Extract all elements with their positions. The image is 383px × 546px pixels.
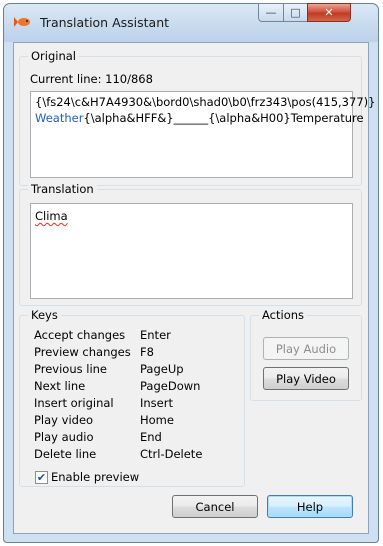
original-line-2-rest: {\alpha&HFF&}______{\alpha&H00}Temperatu… bbox=[83, 111, 364, 125]
key-row: Previous line PageUp bbox=[34, 362, 244, 379]
translation-assistant-window: Translation Assistant — □ ✕ Original Cur… bbox=[3, 3, 379, 543]
key-binding-label: Enter bbox=[140, 328, 171, 342]
key-row: Next line PageDown bbox=[34, 379, 244, 396]
help-button[interactable]: Help bbox=[267, 495, 353, 518]
key-binding-label: End bbox=[140, 430, 162, 444]
key-action-label: Insert original bbox=[34, 396, 114, 410]
key-action-label: Play video bbox=[34, 413, 94, 427]
original-text-box[interactable]: {\fs24\c&H7A4930&\bord0\shad0\b0\frz343\… bbox=[30, 91, 375, 178]
cancel-button[interactable]: Cancel bbox=[172, 495, 258, 518]
key-action-label: Accept changes bbox=[34, 328, 126, 342]
key-action-label: Preview changes bbox=[34, 345, 131, 359]
key-action-label: Next line bbox=[34, 379, 86, 393]
play-audio-button[interactable]: Play Audio bbox=[263, 337, 349, 360]
maximize-button[interactable]: □ bbox=[283, 3, 308, 22]
translation-group: Translation Clima bbox=[19, 182, 362, 306]
original-group-label: Original bbox=[28, 49, 80, 63]
play-video-button[interactable]: Play Video bbox=[263, 367, 349, 390]
close-button[interactable]: ✕ bbox=[307, 3, 351, 22]
app-fish-icon bbox=[14, 17, 30, 27]
key-action-label: Previous line bbox=[34, 362, 108, 376]
key-binding-label: PageUp bbox=[140, 362, 184, 376]
keys-group-label: Keys bbox=[28, 308, 61, 322]
key-binding-label: PageDown bbox=[140, 379, 201, 393]
key-row: Preview changes F8 bbox=[34, 345, 244, 362]
translation-group-label: Translation bbox=[28, 182, 97, 196]
key-row: Insert original Insert bbox=[34, 396, 244, 413]
key-binding-label: F8 bbox=[140, 345, 154, 359]
current-line-label: Current line: 110/868 bbox=[30, 72, 153, 86]
original-highlight-word: Weather bbox=[35, 111, 84, 125]
enable-preview-checkbox[interactable]: ✔ bbox=[35, 471, 48, 484]
minimize-button[interactable]: — bbox=[258, 3, 284, 22]
original-group: Original Current line: 110/868 {\fs24\c&… bbox=[19, 49, 375, 186]
original-line-1: {\fs24\c&H7A4930&\bord0\shad0\b0\frz343\… bbox=[35, 95, 376, 109]
key-row: Play video Home bbox=[34, 413, 244, 430]
actions-group-label: Actions bbox=[259, 308, 308, 322]
keys-group: Keys Accept changes Enter Preview changes F… bbox=[19, 308, 245, 487]
actions-group: Actions Play Audio Play Video bbox=[250, 308, 362, 401]
key-action-label: Delete line bbox=[34, 447, 97, 461]
translation-input[interactable]: Clima bbox=[30, 203, 353, 299]
key-binding-label: Ctrl-Delete bbox=[140, 447, 203, 461]
original-line-2: Weather{\alpha&HFF&}______{\alpha&H00}Te… bbox=[35, 111, 364, 125]
key-action-label: Play audio bbox=[34, 430, 94, 444]
window-title: Translation Assistant bbox=[40, 15, 170, 30]
key-binding-label: Insert bbox=[140, 396, 173, 410]
dialog-client-area: Original Current line: 110/868 {\fs24\c&… bbox=[13, 42, 375, 534]
enable-preview-label[interactable]: Enable preview bbox=[51, 470, 139, 484]
key-row: Accept changes Enter bbox=[34, 328, 244, 345]
keys-list: Accept changes Enter Preview changes F8 Prev… bbox=[34, 328, 244, 464]
translation-text: Clima bbox=[35, 209, 68, 223]
title-bar[interactable]: Translation Assistant — □ ✕ bbox=[4, 3, 378, 42]
key-binding-label: Home bbox=[140, 413, 174, 427]
key-row: Play audio End bbox=[34, 430, 244, 447]
key-row: Delete line Ctrl-Delete bbox=[34, 447, 244, 464]
